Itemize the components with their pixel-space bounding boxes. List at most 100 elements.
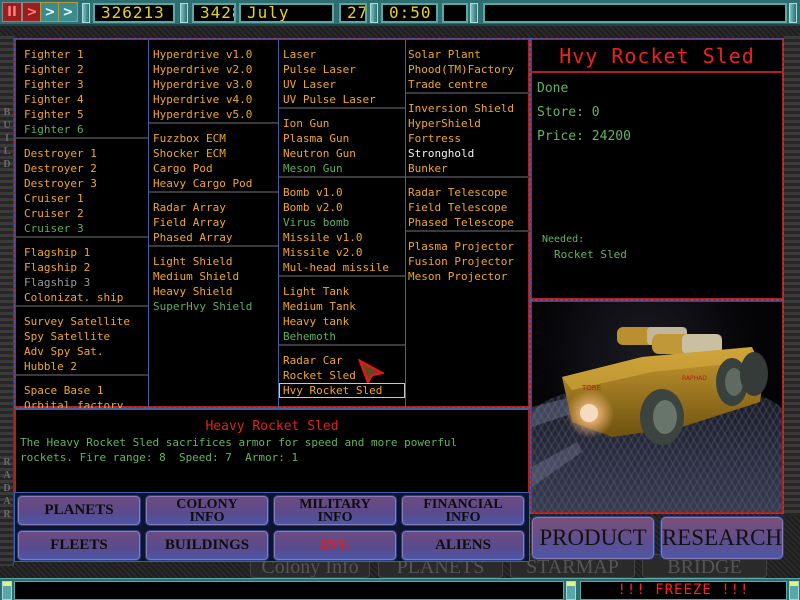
inventory-item[interactable]: Fighter 3	[16, 77, 148, 92]
inventory-item[interactable]: Heavy tank	[279, 314, 405, 329]
item-store: Store: 0	[532, 101, 782, 125]
inventory-item[interactable]: Plasma Projector	[406, 239, 530, 254]
inventory-item[interactable]: Radar Car	[279, 353, 405, 368]
inventory-item[interactable]: Space Base 1	[16, 383, 148, 398]
inventory-item[interactable]: Phased Telescope	[406, 215, 530, 230]
inventory-item[interactable]: Mul-head missile	[279, 260, 405, 275]
store-label: Store:	[537, 105, 584, 120]
inventory-group: Light Tank Medium Tank Heavy tank Behemoth	[279, 277, 405, 346]
inventory-group: Hyperdrive v1.0 Hyperdrive v2.0 Hyperdrive…	[149, 40, 278, 124]
inventory-item[interactable]: Cargo Pod	[149, 161, 278, 176]
inventory-item[interactable]: Meson Gun	[279, 161, 405, 176]
inventory-item[interactable]: UV Pulse Laser	[279, 92, 405, 107]
inventory-item[interactable]: Fighter 1	[16, 47, 148, 62]
item-info-title: Hvy Rocket Sled	[532, 40, 782, 73]
inventory-item[interactable]: Colonizat. ship	[16, 290, 148, 305]
inventory-item[interactable]: Laser	[279, 47, 405, 62]
inventory-item[interactable]: Phased Array	[149, 230, 278, 245]
inventory-item[interactable]: Ion Gun	[279, 116, 405, 131]
planets-button[interactable]: PLANETS	[17, 495, 141, 526]
inventory-item[interactable]: Field Telescope	[406, 200, 530, 215]
fastest-forward-button[interactable]: >	[58, 2, 78, 22]
inventory-item[interactable]: Fighter 2	[16, 62, 148, 77]
inventory-item[interactable]: Fighter 6	[16, 122, 148, 137]
inventory-item[interactable]: Destroyer 2	[16, 161, 148, 176]
inventory-item[interactable]: Bomb v1.0	[279, 185, 405, 200]
inventory-item[interactable]: Cruiser 2	[16, 206, 148, 221]
side-label-build: BUILD	[3, 107, 11, 170]
inventory-item[interactable]: Fortress	[406, 131, 530, 146]
inventory-item[interactable]: Shocker ECM	[149, 146, 278, 161]
inventory-item[interactable]: Flagship 3	[16, 275, 148, 290]
inventory-list-panel: Fighter 1 Fighter 2 Fighter 3 Fighter 4 Figh…	[14, 38, 530, 442]
inventory-group: Plasma Projector Fusion Projector Meson Pr…	[406, 232, 530, 284]
inventory-item[interactable]: Flagship 2	[16, 260, 148, 275]
fleets-button[interactable]: FLEETS	[17, 530, 141, 561]
fast-forward-button[interactable]: >	[40, 2, 60, 22]
inventory-item[interactable]: Rocket Sled	[279, 368, 405, 383]
month-display: July	[239, 3, 334, 23]
inventory-item[interactable]: Meson Projector	[406, 269, 530, 284]
inventory-item[interactable]: Flagship 1	[16, 245, 148, 260]
inventory-item[interactable]: Cruiser 3	[16, 221, 148, 236]
inventory-item[interactable]: Phood(TM)Factory	[406, 62, 530, 77]
inventory-item[interactable]: Destroyer 1	[16, 146, 148, 161]
inventory-item[interactable]: Inversion Shield	[406, 101, 530, 116]
aliens-button[interactable]: ALIENS	[401, 530, 525, 561]
inventory-item[interactable]: Pulse Laser	[279, 62, 405, 77]
inventory-item[interactable]: Behemoth	[279, 329, 405, 344]
inventory-item[interactable]: Cruiser 1	[16, 191, 148, 206]
inventory-item[interactable]: Bomb v2.0	[279, 200, 405, 215]
product-button[interactable]: PRODUCT	[531, 516, 655, 560]
inventory-item[interactable]: Adv Spy Sat.	[16, 344, 148, 359]
inventory-item[interactable]: Light Tank	[279, 284, 405, 299]
inventory-item[interactable]: Fighter 5	[16, 107, 148, 122]
inventory-item[interactable]: Virus bomb	[279, 215, 405, 230]
inventory-item[interactable]: HyperShield	[406, 116, 530, 131]
inventory-item[interactable]: Heavy Shield	[149, 284, 278, 299]
inventory-item[interactable]: Heavy Cargo Pod	[149, 176, 278, 191]
inventory-item[interactable]: Fuzzbox ECM	[149, 131, 278, 146]
inventory-item[interactable]: Missile v2.0	[279, 245, 405, 260]
inventory-item[interactable]: Solar Plant	[406, 47, 530, 62]
inventory-item[interactable]: Medium Shield	[149, 269, 278, 284]
inventory-item[interactable]: Trade centre	[406, 77, 530, 92]
inventory-item[interactable]: Fusion Projector	[406, 254, 530, 269]
inventory-item[interactable]: Bunker	[406, 161, 530, 176]
inventory-item[interactable]: Stronghold	[406, 146, 530, 161]
inventory-item[interactable]: Destroyer 3	[16, 176, 148, 191]
description-text: The Heavy Rocket Sled sacrifices armor f…	[20, 436, 458, 464]
military-info-button-label: MILITARY INFO	[299, 496, 371, 525]
research-button[interactable]: RESEARCH	[660, 516, 784, 560]
inventory-item[interactable]: Medium Tank	[279, 299, 405, 314]
colony-info-button[interactable]: COLONY INFO	[145, 495, 269, 526]
inventory-item[interactable]: Hyperdrive v3.0	[149, 77, 278, 92]
inventory-item[interactable]: Plasma Gun	[279, 131, 405, 146]
item-info-panel: Hvy Rocket Sled Done Store: 0 Price: 242…	[530, 38, 784, 300]
inventory-item[interactable]: Hyperdrive v5.0	[149, 107, 278, 122]
play-button[interactable]: >	[22, 2, 42, 22]
inventory-item[interactable]: Radar Telescope	[406, 185, 530, 200]
inventory-item[interactable]: Fighter 4	[16, 92, 148, 107]
pause-button[interactable]: II	[2, 2, 22, 22]
inventory-item[interactable]: Hyperdrive v4.0	[149, 92, 278, 107]
inventory-item[interactable]: Spy Satellite	[16, 329, 148, 344]
inventory-item[interactable]: UV Laser	[279, 77, 405, 92]
inventory-button[interactable]: INV.	[273, 530, 397, 561]
inventory-item[interactable]: Radar Array	[149, 200, 278, 215]
inventory-item[interactable]: Hubble 2	[16, 359, 148, 374]
inventory-item[interactable]: Hyperdrive v2.0	[149, 62, 278, 77]
inventory-item[interactable]: Neutron Gun	[279, 146, 405, 161]
inventory-item[interactable]: Missile v1.0	[279, 230, 405, 245]
military-info-button[interactable]: MILITARY INFO	[273, 495, 397, 526]
buildings-button[interactable]: BUILDINGS	[145, 530, 269, 561]
inventory-item[interactable]: Survey Satellite	[16, 314, 148, 329]
inventory-item[interactable]: Field Array	[149, 215, 278, 230]
inventory-column-ships: Fighter 1 Fighter 2 Fighter 3 Fighter 4 Figh…	[16, 40, 149, 442]
inventory-item[interactable]: SuperHvy Shield	[149, 299, 278, 314]
inventory-item-selected[interactable]: Hvy Rocket Sled	[279, 383, 405, 398]
financial-info-button[interactable]: FINANCIAL INFO	[401, 495, 525, 526]
status-lamp	[789, 581, 799, 600]
inventory-item[interactable]: Light Shield	[149, 254, 278, 269]
inventory-item[interactable]: Hyperdrive v1.0	[149, 47, 278, 62]
